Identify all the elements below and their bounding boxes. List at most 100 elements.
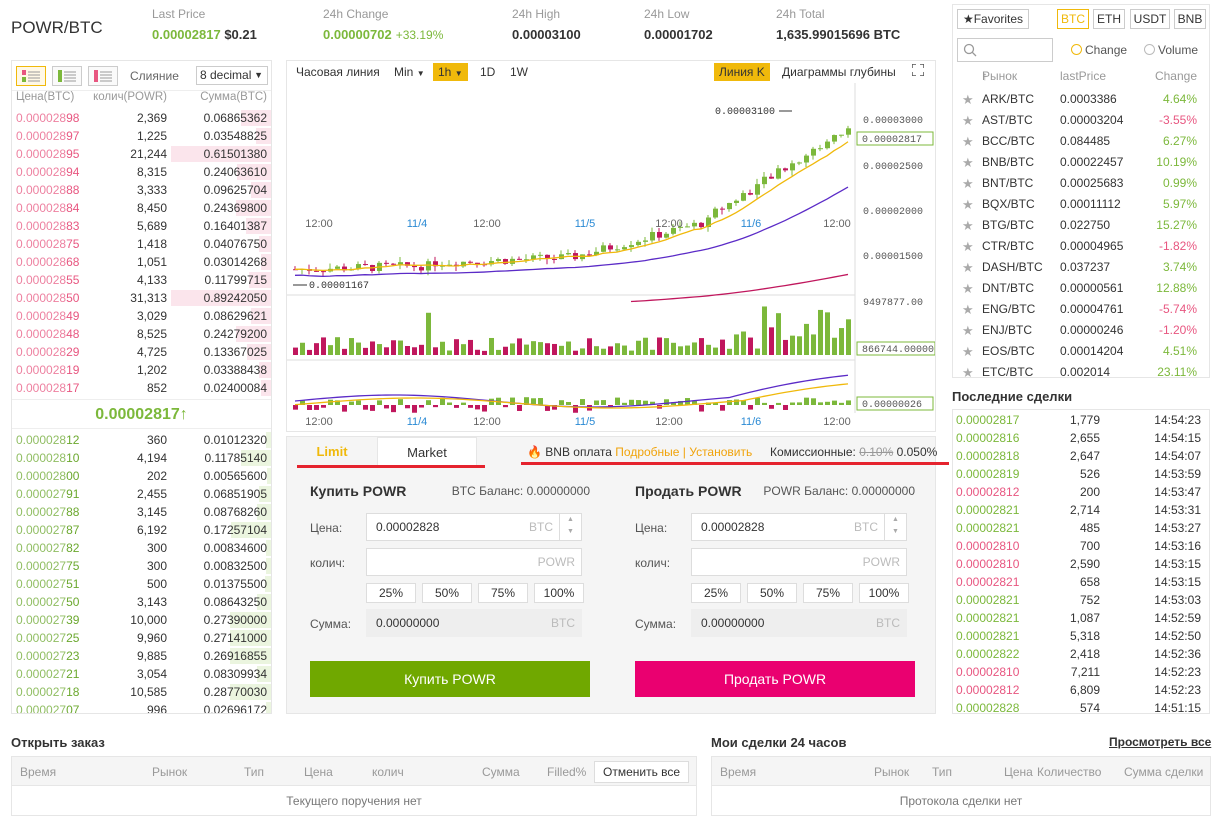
stepper-icon[interactable]: ▲ ▼ — [884, 514, 906, 540]
sell-order-row[interactable]: 0.00002894 8,315 0.24063610 — [12, 163, 271, 181]
market-row[interactable]: ★ ENJ/BTC 0.00000246 -1.20% — [953, 320, 1209, 341]
market-row[interactable]: ★ ARK/BTC 0.0003386 4.64% — [953, 89, 1209, 110]
buy-order-row[interactable]: 0.00002788 3,145 0.08768260 — [12, 503, 271, 521]
decimal-select[interactable]: 8 decimal ▼ — [196, 66, 268, 85]
kline-button[interactable]: Линия K — [714, 63, 770, 81]
buy-order-row[interactable]: 0.00002800 202 0.00565600 — [12, 467, 271, 485]
interval-min-button[interactable]: Min ▼ — [389, 63, 430, 81]
view-both-button[interactable] — [16, 66, 46, 86]
view-sell-button[interactable] — [88, 66, 118, 86]
star-icon[interactable]: ★ — [962, 299, 974, 320]
market-row[interactable]: ★ EOS/BTC 0.00014204 4.51% — [953, 341, 1209, 362]
buy-percent-25[interactable]: 25% — [366, 583, 416, 603]
market-row[interactable]: ★ BTG/BTC 0.022750 15.27% — [953, 215, 1209, 236]
market-tab-usdt[interactable]: USDT — [1130, 9, 1170, 29]
market-tab-bnb[interactable]: BNB — [1174, 9, 1206, 29]
view-all-link[interactable]: Просмотреть все — [1109, 735, 1211, 749]
favorites-button[interactable]: ★Favorites — [957, 9, 1029, 29]
star-icon[interactable]: ★ — [962, 257, 974, 278]
buy-qty-input[interactable]: POWR — [366, 548, 582, 576]
sell-order-row[interactable]: 0.00002848 8,525 0.24279200 — [12, 325, 271, 343]
star-icon[interactable]: ★ — [962, 278, 974, 299]
sell-order-row[interactable]: 0.00002829 4,725 0.13367025 — [12, 343, 271, 361]
buy-order-row[interactable]: 0.00002725 9,960 0.27141000 — [12, 629, 271, 647]
market-row[interactable]: ★ DNT/BTC 0.00000561 12.88% — [953, 278, 1209, 299]
star-icon[interactable]: ★ — [962, 194, 974, 215]
buy-order-row[interactable]: 0.00002782 300 0.00834600 — [12, 539, 271, 557]
depth-chart-button[interactable]: Диаграммы глубины — [777, 63, 901, 81]
star-icon[interactable]: ★ — [962, 131, 974, 152]
sell-order-row[interactable]: 0.00002819 1,202 0.03388438 — [12, 361, 271, 379]
sell-percent-75[interactable]: 75% — [803, 583, 853, 603]
buy-order-row[interactable]: 0.00002739 10,000 0.27390000 — [12, 611, 271, 629]
market-row[interactable]: ★ ETC/BTC 0.002014 23.11% — [953, 362, 1209, 377]
sell-order-row[interactable]: 0.00002883 5,689 0.16401387 — [12, 217, 271, 235]
star-icon[interactable]: ★ — [962, 362, 974, 377]
sort-change-radio[interactable]: Change — [1071, 43, 1127, 57]
sell-order-row[interactable]: 0.00002897 1,225 0.03548825 — [12, 127, 271, 145]
buy-order-row[interactable]: 0.00002723 9,885 0.26916855 — [12, 647, 271, 665]
market-row[interactable]: ★ BNT/BTC 0.00025683 0.99% — [953, 173, 1209, 194]
buy-order-row[interactable]: 0.00002750 3,143 0.08643250 — [12, 593, 271, 611]
sell-button[interactable]: Продать POWR — [635, 661, 915, 697]
buy-order-row[interactable]: 0.00002810 4,194 0.11785140 — [12, 449, 271, 467]
buy-order-row[interactable]: 0.00002707 996 0.02696172 — [12, 701, 271, 713]
bnb-links[interactable]: Подробные | Установить — [615, 445, 752, 459]
buy-button[interactable]: Купить POWR — [310, 661, 590, 697]
sell-order-row[interactable]: 0.00002875 1,418 0.04076750 — [12, 235, 271, 253]
tab-market[interactable]: Market — [377, 437, 477, 467]
buy-percent-75[interactable]: 75% — [478, 583, 528, 603]
star-icon[interactable]: ★ — [962, 215, 974, 236]
market-tab-eth[interactable]: ETH — [1093, 9, 1125, 29]
star-icon[interactable]: ★ — [962, 152, 974, 173]
market-row[interactable]: ★ DASH/BTC 0.037237 3.74% — [953, 257, 1209, 278]
star-icon[interactable]: ★ — [962, 110, 974, 131]
buy-order-row[interactable]: 0.00002787 6,192 0.17257104 — [12, 521, 271, 539]
sell-order-row[interactable]: 0.00002855 4,133 0.11799715 — [12, 271, 271, 289]
buy-order-row[interactable]: 0.00002791 2,455 0.06851905 — [12, 485, 271, 503]
tab-limit[interactable]: Limit — [287, 437, 377, 467]
buy-order-row[interactable]: 0.00002718 10,585 0.28770030 — [12, 683, 271, 701]
sell-order-row[interactable]: 0.00002888 3,333 0.09625704 — [12, 181, 271, 199]
sell-order-row[interactable]: 0.00002817 852 0.02400084 — [12, 379, 271, 397]
star-icon[interactable]: ★ — [962, 320, 974, 341]
market-row[interactable]: ★ AST/BTC 0.00003204 -3.55% — [953, 110, 1209, 131]
star-icon[interactable]: ★ — [962, 89, 974, 110]
market-row[interactable]: ★ CTR/BTC 0.00004965 -1.82% — [953, 236, 1209, 257]
interval-1w-button[interactable]: 1W — [505, 63, 533, 81]
interval-1h-button[interactable]: 1h ▼ — [433, 63, 468, 81]
sell-order-row[interactable]: 0.00002884 8,450 0.24369800 — [12, 199, 271, 217]
sell-qty-input[interactable]: POWR — [691, 548, 907, 576]
sell-order-row[interactable]: 0.00002895 21,244 0.61501380 — [12, 145, 271, 163]
market-tab-btc[interactable]: BTC — [1057, 9, 1089, 29]
star-icon[interactable]: ★ — [962, 341, 974, 362]
star-icon[interactable]: ★ — [962, 236, 974, 257]
buy-percent-50[interactable]: 50% — [422, 583, 472, 603]
star-icon[interactable]: ★ — [962, 173, 974, 194]
sort-volume-radio[interactable]: Volume — [1144, 43, 1198, 57]
sell-order-row[interactable]: 0.00002849 3,029 0.08629621 — [12, 307, 271, 325]
view-buy-button[interactable] — [52, 66, 82, 86]
sell-percent-50[interactable]: 50% — [747, 583, 797, 603]
market-row[interactable]: ★ BNB/BTC 0.00022457 10.19% — [953, 152, 1209, 173]
market-row[interactable]: ★ BQX/BTC 0.00011112 5.97% — [953, 194, 1209, 215]
buy-order-row[interactable]: 0.00002812 360 0.01012320 — [12, 431, 271, 449]
buy-order-row[interactable]: 0.00002721 3,054 0.08309934 — [12, 665, 271, 683]
chart-canvas[interactable]: 0.00003000 0.00002500 0.00002000 0.00001… — [287, 83, 935, 431]
sell-price-input[interactable]: 0.00002828 BTC ▲ ▼ — [691, 513, 907, 541]
sell-percent-100[interactable]: 100% — [859, 583, 909, 603]
cancel-all-button[interactable]: Отменить все — [594, 761, 690, 783]
stepper-icon[interactable]: ▲ ▼ — [559, 514, 581, 540]
buy-price-input[interactable]: 0.00002828 BTC ▲ ▼ — [366, 513, 582, 541]
buy-order-row[interactable]: 0.00002775 300 0.00832500 — [12, 557, 271, 575]
market-row[interactable]: ★ ENG/BTC 0.00004761 -5.74% — [953, 299, 1209, 320]
fullscreen-icon[interactable] — [907, 63, 929, 81]
sell-order-row[interactable]: 0.00002850 31,313 0.89242050 — [12, 289, 271, 307]
sell-percent-25[interactable]: 25% — [691, 583, 741, 603]
interval-1d-button[interactable]: 1D — [475, 63, 500, 81]
buy-percent-100[interactable]: 100% — [534, 583, 584, 603]
sell-order-row[interactable]: 0.00002868 1,051 0.03014268 — [12, 253, 271, 271]
chart-line-button[interactable]: Часовая линия — [291, 63, 385, 81]
market-search-input[interactable] — [957, 38, 1053, 62]
sell-order-row[interactable]: 0.00002898 2,369 0.06865362 — [12, 109, 271, 127]
